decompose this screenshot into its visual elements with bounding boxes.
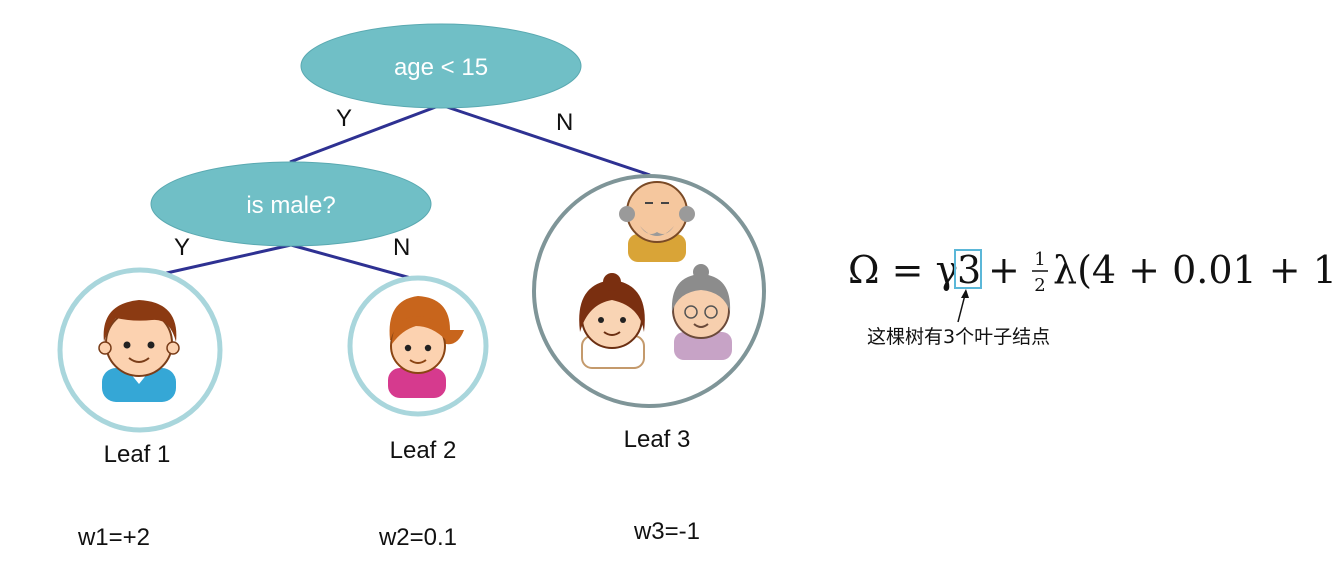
leaf-1-weight: w1=+2 bbox=[77, 524, 150, 551]
leaf-1-label: Leaf 1 bbox=[104, 441, 171, 468]
formula-frac-numerator: 1 bbox=[1034, 249, 1045, 270]
root-node-label: age < 15 bbox=[394, 54, 488, 81]
formula-plus: + bbox=[988, 248, 1020, 292]
edge-root-yes bbox=[289, 103, 442, 164]
formula-leaf-count: 3 bbox=[957, 248, 981, 292]
is-male-node: is male? bbox=[150, 161, 432, 247]
leaf-2-weight: w2=0.1 bbox=[378, 524, 457, 551]
leaf-3-label: Leaf 3 bbox=[624, 426, 691, 453]
regularization-formula: Ω = γ 3 + 1 2 λ(4 + 0.01 + 1) bbox=[848, 248, 1333, 296]
root-node: age < 15 bbox=[300, 23, 582, 109]
leaf-3-weight: w3=-1 bbox=[633, 518, 700, 545]
formula-rhs: λ(4 + 0.01 + 1) bbox=[1053, 248, 1333, 292]
is-male-node-label: is male? bbox=[246, 192, 335, 219]
edge-label-root-no: N bbox=[556, 109, 573, 136]
leaf-count-note: 这棵树有3个叶子结点 bbox=[867, 326, 1050, 348]
leaf-2 bbox=[347, 275, 489, 417]
regularization-diagram: Y N Y N age < 15 is male? Leaf 1 w1=+2 L… bbox=[57, 23, 1333, 551]
leaf-count-arrow bbox=[957, 289, 969, 323]
leaf-3 bbox=[532, 174, 766, 408]
boy-icon bbox=[98, 300, 180, 402]
edge-label-child-no: N bbox=[393, 234, 410, 261]
formula-frac-denominator: 2 bbox=[1034, 275, 1045, 296]
formula-lhs: Ω = γ bbox=[848, 248, 958, 292]
leaf-1 bbox=[57, 267, 223, 433]
edge-label-child-yes: Y bbox=[174, 234, 190, 261]
leaf-2-label: Leaf 2 bbox=[390, 437, 457, 464]
edge-root-no bbox=[440, 103, 651, 177]
edge-label-root-yes: Y bbox=[336, 105, 352, 132]
